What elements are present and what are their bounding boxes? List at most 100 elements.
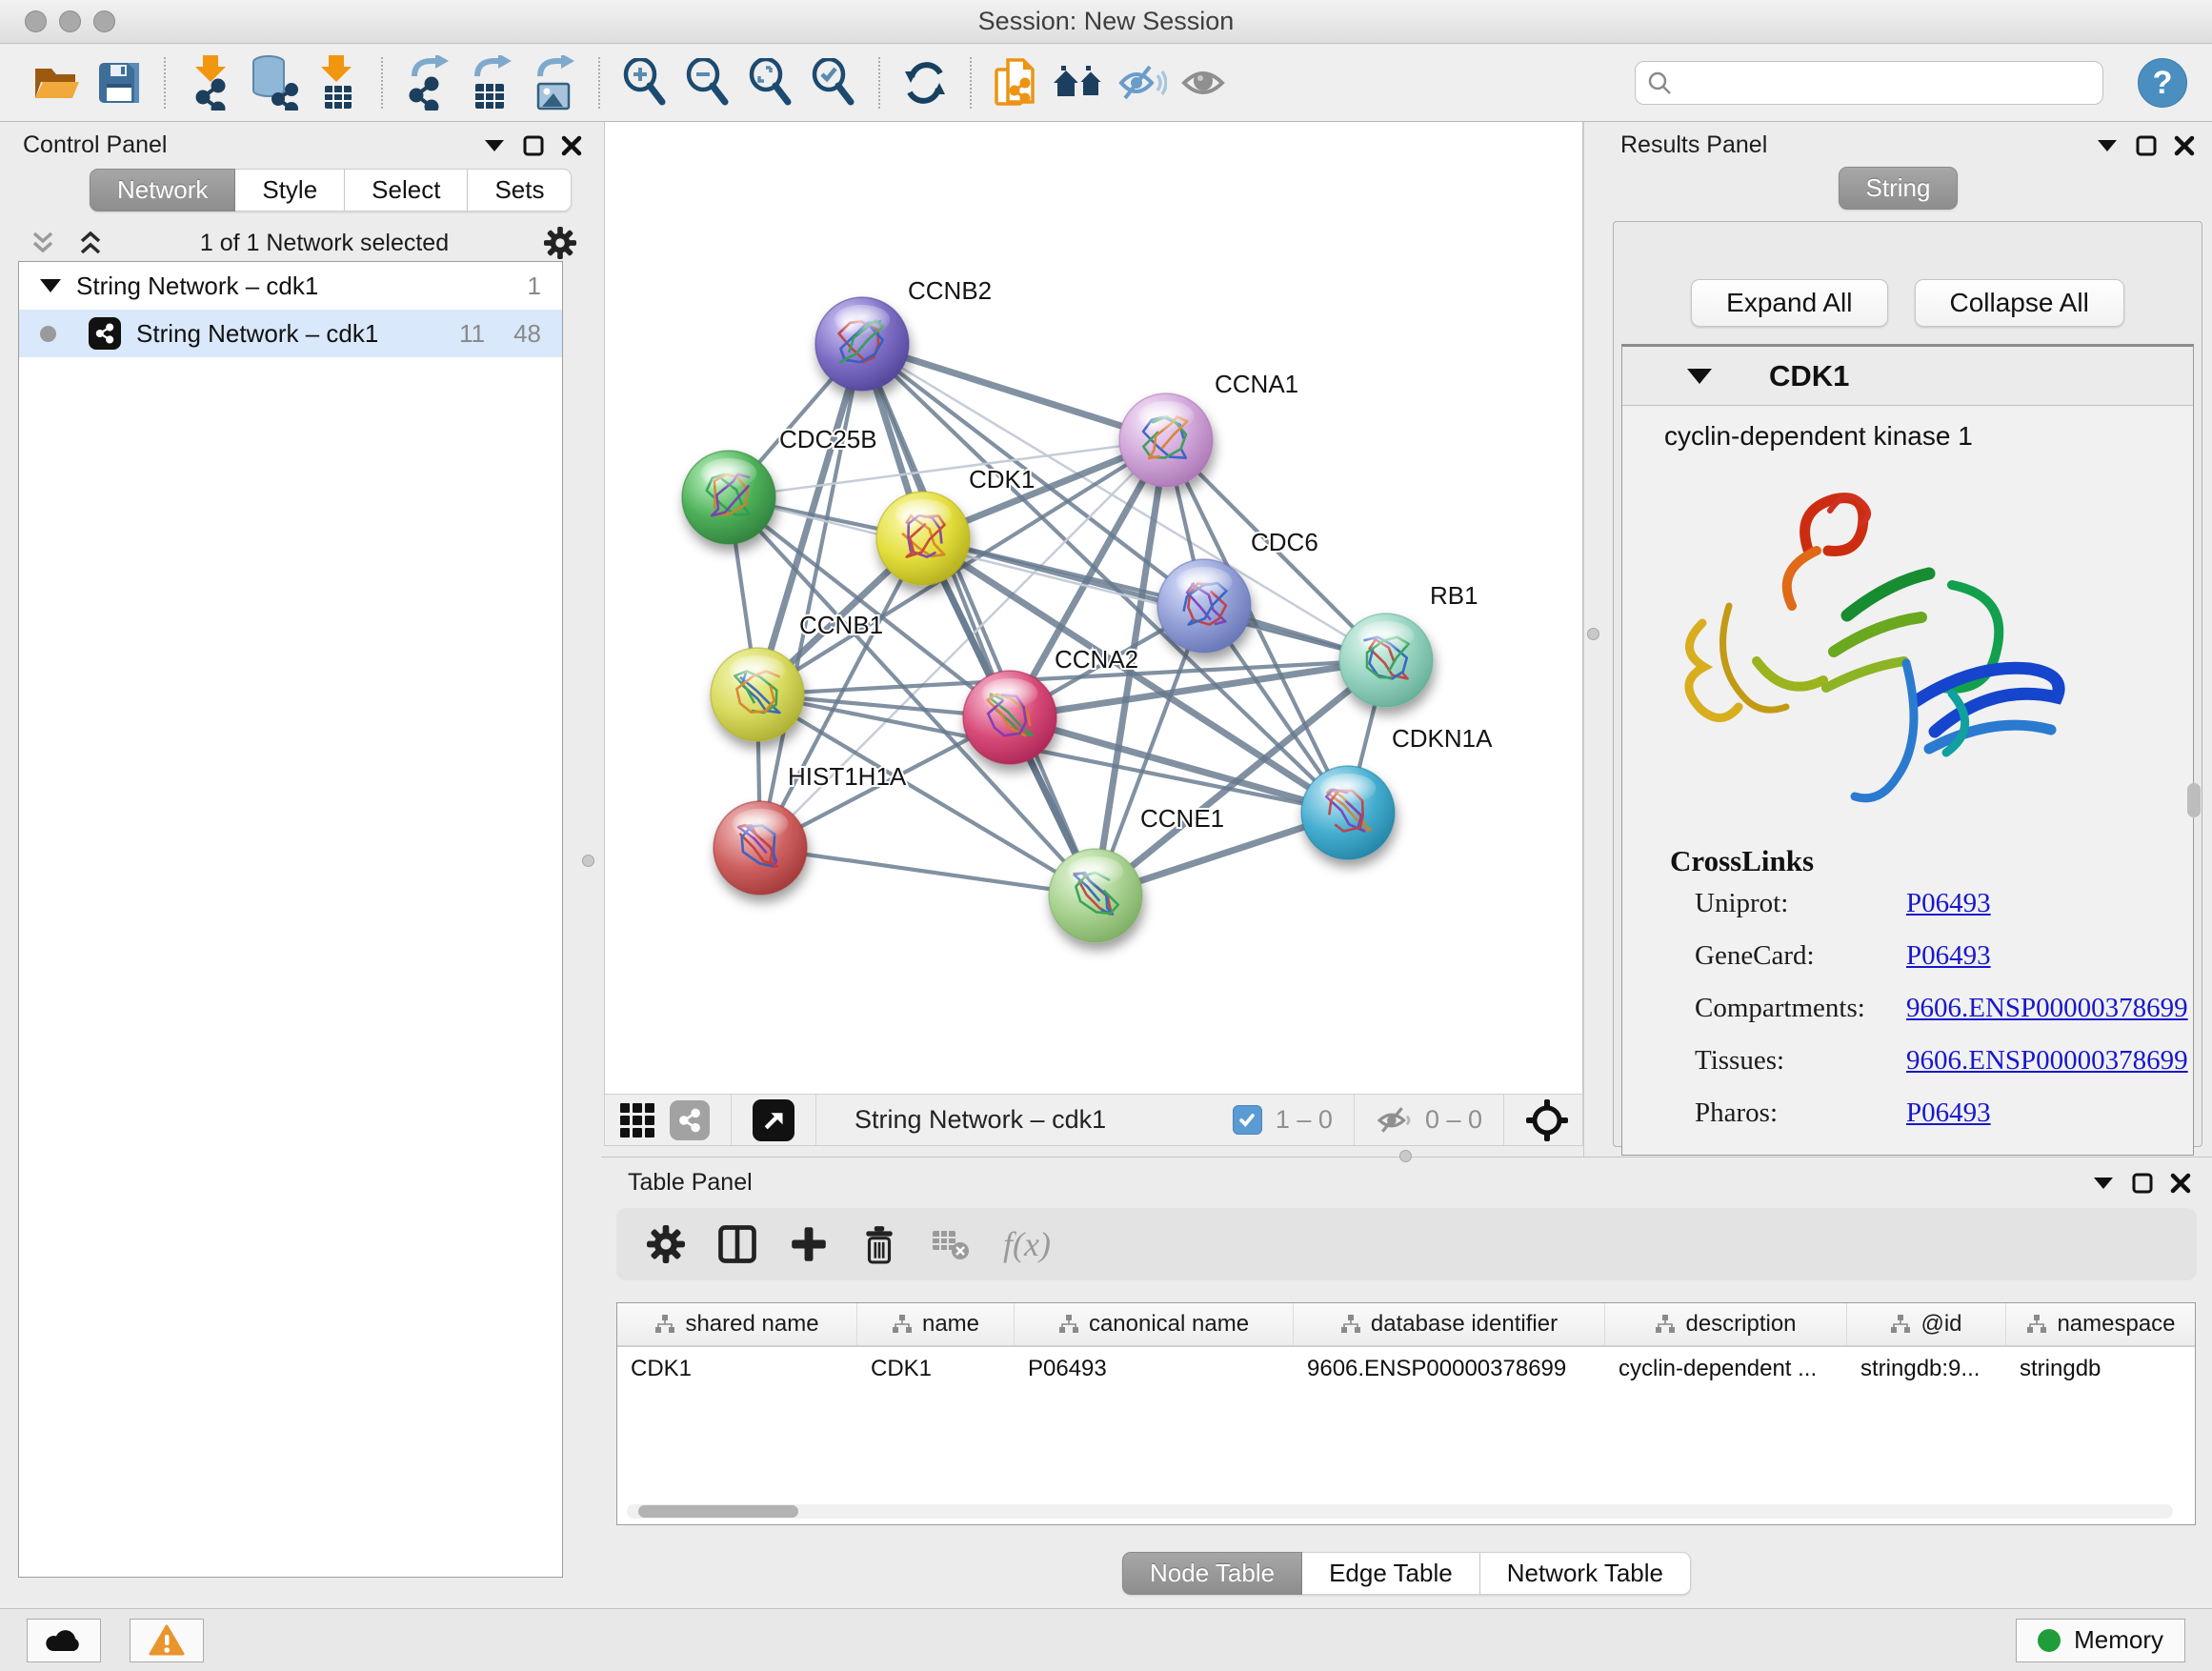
import-network-file-button[interactable] xyxy=(179,53,242,112)
table-cell[interactable]: stringdb xyxy=(2006,1347,2196,1391)
crosslink-value-link[interactable]: 9606.ENSP00000378699 xyxy=(1906,993,2188,1024)
column-header-canonical-name[interactable]: canonical name xyxy=(1015,1303,1294,1345)
export-table-button[interactable] xyxy=(459,53,522,112)
table-cell[interactable]: cyclin-dependent ... xyxy=(1605,1347,1847,1391)
table-options-gear-icon[interactable] xyxy=(647,1225,685,1263)
tab-node-table[interactable]: Node Table xyxy=(1122,1552,1302,1595)
show-columns-icon[interactable] xyxy=(717,1224,757,1264)
panel-float-button[interactable] xyxy=(2096,138,2119,153)
table-horizontal-scrollbar[interactable] xyxy=(627,1504,2173,1519)
network-edge-cdk1-rb1[interactable] xyxy=(923,538,1386,660)
protein-card-expander-icon[interactable] xyxy=(1687,369,1712,384)
crosslink-value-link[interactable]: 9606.ENSP00000378699 xyxy=(1906,1045,2188,1077)
search-input[interactable] xyxy=(1681,70,2091,96)
detach-view-button[interactable] xyxy=(753,1099,794,1141)
column-header--id[interactable]: @id xyxy=(1847,1303,2006,1345)
new-network-from-selection-button[interactable] xyxy=(985,53,1048,112)
collapse-all-networks-icon[interactable] xyxy=(29,229,57,257)
tab-sets[interactable]: Sets xyxy=(468,169,572,211)
column-header-name[interactable]: name xyxy=(857,1303,1015,1345)
zoom-fit-button[interactable] xyxy=(739,53,802,112)
expand-all-button[interactable]: Expand All xyxy=(1691,279,1887,327)
string-view-icon[interactable] xyxy=(670,1100,710,1140)
panel-float-button[interactable] xyxy=(2092,1176,2115,1191)
results-scrollbar-thumb[interactable] xyxy=(2187,783,2201,817)
network-options-gear-icon[interactable] xyxy=(544,227,576,259)
scrollbar-thumb[interactable] xyxy=(638,1505,798,1518)
splitter-handle[interactable] xyxy=(1587,628,1599,640)
network-node-ccna1[interactable]: CCNA1 xyxy=(1119,370,1298,487)
protein-card-header[interactable]: CDK1 xyxy=(1622,347,2193,406)
export-image-button[interactable] xyxy=(522,53,585,112)
table-row[interactable]: CDK1CDK1P064939606.ENSP00000378699cyclin… xyxy=(617,1347,2195,1391)
network-node-rb1[interactable]: RB1 xyxy=(1339,581,1478,707)
tab-string[interactable]: String xyxy=(1839,167,1959,210)
tab-edge-table[interactable]: Edge Table xyxy=(1302,1552,1480,1595)
help-button[interactable]: ? xyxy=(2138,58,2187,108)
network-edge-hist1h1a-ccne1[interactable] xyxy=(760,848,1096,896)
tab-network-table[interactable]: Network Table xyxy=(1480,1552,1691,1595)
export-network-button[interactable] xyxy=(396,53,459,112)
open-session-button[interactable] xyxy=(25,53,88,112)
crosslink-value-link[interactable]: P06493 xyxy=(1906,1097,1991,1129)
table-cell[interactable]: P06493 xyxy=(1015,1347,1294,1391)
crosslink-value-link[interactable]: P06493 xyxy=(1906,888,1991,919)
function-builder-button[interactable]: f(x) xyxy=(1003,1224,1051,1264)
minimize-button[interactable] xyxy=(59,10,81,32)
network-row-selected[interactable]: String Network – cdk1 11 48 xyxy=(19,310,562,357)
eye-button[interactable] xyxy=(1174,53,1237,112)
delete-table-icon[interactable] xyxy=(931,1227,971,1261)
column-header-description[interactable]: description xyxy=(1605,1303,1847,1345)
network-edge-ccnb2-ccna1[interactable] xyxy=(862,344,1166,440)
panel-float-button[interactable] xyxy=(483,138,506,153)
cloud-status-button[interactable] xyxy=(27,1619,101,1662)
panel-close-button[interactable] xyxy=(561,135,582,156)
network-node-ccne1[interactable]: CCNE1 xyxy=(1049,804,1224,942)
zoom-button[interactable] xyxy=(93,10,115,32)
collection-expander-icon[interactable] xyxy=(40,279,61,292)
panel-undock-button[interactable] xyxy=(523,135,544,156)
splitter-handle[interactable] xyxy=(582,855,594,867)
network-collection-row[interactable]: String Network – cdk1 1 xyxy=(19,262,562,310)
table-cell[interactable]: CDK1 xyxy=(617,1347,857,1391)
tab-network[interactable]: Network xyxy=(90,169,235,211)
zoom-selected-button[interactable] xyxy=(802,53,865,112)
network-edge-ccnb2-ccne1[interactable] xyxy=(862,344,1096,896)
zoom-out-button[interactable] xyxy=(676,53,739,112)
table-cell[interactable]: CDK1 xyxy=(857,1347,1015,1391)
zoom-in-button[interactable] xyxy=(613,53,676,112)
fit-selected-crosshair-icon[interactable] xyxy=(1525,1098,1569,1142)
network-graph[interactable]: CCNB2CCNA1CDC25BCDK1CDC6RB1CCNB1CCNA2CDK… xyxy=(605,122,1582,1092)
table-cell[interactable]: 9606.ENSP00000378699 xyxy=(1294,1347,1605,1391)
birdseye-view-icon[interactable] xyxy=(618,1101,656,1139)
apply-layout-button[interactable] xyxy=(894,53,956,112)
panel-close-button[interactable] xyxy=(2174,135,2195,156)
tab-style[interactable]: Style xyxy=(235,169,345,211)
show-hide-details-button[interactable] xyxy=(1111,53,1174,112)
collapse-all-button[interactable]: Collapse All xyxy=(1915,279,2124,327)
column-header-database-identifier[interactable]: database identifier xyxy=(1294,1303,1605,1345)
network-canvas[interactable]: CCNB2CCNA1CDC25BCDK1CDC6RB1CCNB1CCNA2CDK… xyxy=(604,122,1583,1094)
delete-column-trash-icon[interactable] xyxy=(860,1224,898,1264)
close-button[interactable] xyxy=(25,10,47,32)
memory-button[interactable]: Memory xyxy=(2016,1619,2185,1662)
panel-close-button[interactable] xyxy=(2170,1173,2191,1194)
tab-select[interactable]: Select xyxy=(345,169,468,211)
selected-nodes-checkbox[interactable] xyxy=(1233,1105,1262,1135)
import-table-button[interactable] xyxy=(305,53,368,112)
network-node-hist1h1a[interactable]: HIST1H1A xyxy=(714,762,907,895)
import-network-database-button[interactable] xyxy=(242,53,305,112)
network-node-cdkn1a[interactable]: CDKN1A xyxy=(1301,724,1493,859)
warnings-button[interactable] xyxy=(130,1619,204,1662)
panel-undock-button[interactable] xyxy=(2132,1173,2153,1194)
network-node-ccnb1[interactable]: CCNB1 xyxy=(711,611,883,741)
table-cell[interactable]: stringdb:9... xyxy=(1847,1347,2006,1391)
column-header-shared-name[interactable]: shared name xyxy=(617,1303,857,1345)
splitter-handle[interactable] xyxy=(1399,1150,1412,1162)
string-home-button[interactable] xyxy=(1048,53,1111,112)
column-header-namespace[interactable]: namespace xyxy=(2006,1303,2196,1345)
create-column-plus-icon[interactable] xyxy=(790,1225,828,1263)
panel-undock-button[interactable] xyxy=(2136,135,2157,156)
save-session-button[interactable] xyxy=(88,53,151,112)
crosslink-value-link[interactable]: P06493 xyxy=(1906,940,1991,972)
